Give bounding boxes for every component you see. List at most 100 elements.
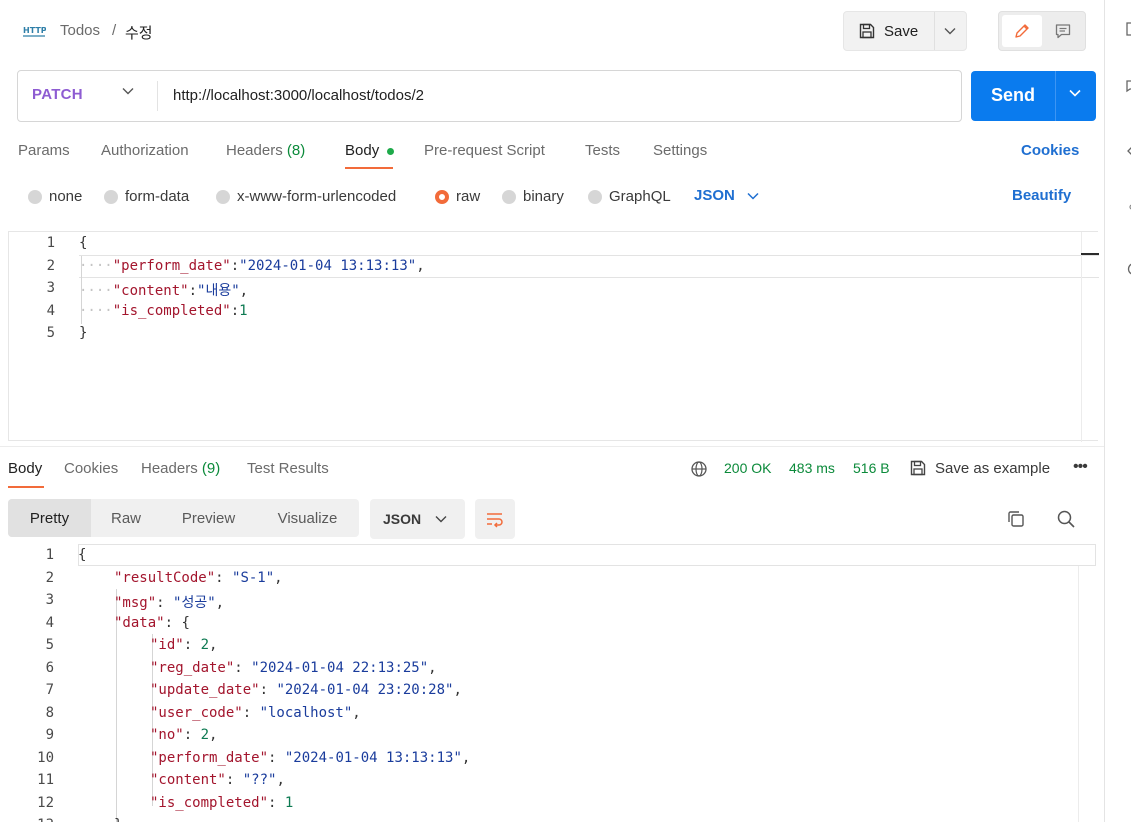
tab-settings[interactable]: Settings [653,142,707,159]
view-raw[interactable]: Raw [91,499,161,537]
brace: } [114,817,122,822]
json-value: 1 [284,795,294,811]
pencil-icon [1015,24,1029,38]
cookies-link[interactable]: Cookies [1021,142,1079,159]
search-icon[interactable] [1056,509,1076,529]
json-value: 2 [200,637,210,653]
beautify-button[interactable]: Beautify [1012,187,1071,204]
line-number: 12 [37,795,54,811]
tab-authorization[interactable]: Authorization [101,142,189,159]
line-number: 2 [46,258,55,274]
tab-tests[interactable]: Tests [585,142,620,159]
json-value: "내용" [197,283,240,299]
copy-icon[interactable] [1006,509,1026,529]
breadcrumb-request-name[interactable]: 수정 [125,22,153,43]
response-tab-headers[interactable]: Headers (9) [141,460,220,477]
url-input[interactable]: http://localhost:3000/localhost/todos/2 [173,87,424,104]
punct: , [453,682,462,698]
code-line: ····"content":"내용", [79,283,249,299]
code-line: "perform_date": "2024-01-04 13:13:13", [150,750,470,766]
globe-icon[interactable] [690,460,708,478]
code-icon[interactable] [1125,144,1131,158]
chevron-down-icon [435,516,447,523]
json-value: "??" [242,772,277,788]
info-icon[interactable] [1125,262,1131,276]
chevron-down-icon[interactable] [122,87,134,95]
request-header: HTTP Todos / 수정 Save [0,0,1104,62]
headers-count: (9) [201,460,221,477]
response-size[interactable]: 516 B [853,460,890,476]
comments-icon[interactable] [1125,80,1131,94]
line-number: 5 [46,325,55,341]
code-line: "reg_date": "2024-01-04 22:13:25", [150,660,437,676]
punct: , [461,750,471,766]
save-as-example-label: Save as example [935,459,1051,477]
radio-circle-selected [435,189,449,204]
radio-raw[interactable]: raw [435,188,480,205]
json-value: { [181,615,190,631]
whitespace-dots: ···· [79,283,113,299]
tab-headers-label: Headers [226,142,283,159]
code-line: "update_date": "2024-01-04 23:20:28", [150,682,462,698]
more-icon[interactable]: ••• [1073,458,1088,476]
tab-headers[interactable]: Headers (8) [226,142,305,159]
tab-body[interactable]: Body [345,142,379,159]
save-disk-icon [910,460,926,476]
view-pretty[interactable]: Pretty [8,499,91,537]
punct: , [352,705,361,721]
brace: } [79,325,88,341]
response-tab-test-results[interactable]: Test Results [247,460,329,477]
language-select[interactable]: JSON [694,187,759,204]
radio-label: x-www-form-urlencoded [237,188,397,205]
radio-circle [104,189,118,204]
radio-circle [588,189,602,204]
comments-mode-button[interactable] [1043,15,1083,47]
radio-graphql[interactable]: GraphQL [588,188,671,205]
radio-urlencoded[interactable]: x-www-form-urlencoded [216,188,396,205]
view-preview[interactable]: Preview [161,499,256,537]
line-number: 1 [45,547,54,563]
chevron-down-icon[interactable] [1068,88,1082,98]
comment-icon [1055,24,1071,39]
json-key: "is_completed" [150,795,269,811]
request-body-editor[interactable]: 1 2 3 4 5 { ····"perform_date":"2024-01-… [8,231,1099,442]
send-button[interactable]: Send [991,85,1035,106]
radio-label: form-data [125,188,190,205]
tab-params[interactable]: Params [18,142,70,159]
response-time[interactable]: 483 ms [789,460,835,476]
json-key: "user_code" [150,705,243,721]
documentation-icon[interactable] [1125,22,1131,36]
scrollbar-track[interactable] [1081,232,1099,442]
tab-headers-label: Headers [141,460,198,477]
response-tab-cookies[interactable]: Cookies [64,460,118,477]
brace: { [78,547,87,563]
status-code[interactable]: 200 OK [724,460,771,476]
colon: : [234,660,252,676]
wrap-lines-button[interactable] [475,499,515,539]
json-value: "S-1" [232,570,275,586]
brace: { [79,235,88,251]
response-tab-body[interactable]: Body [8,460,42,477]
line-number: 4 [46,303,55,319]
scrollbar-track[interactable] [1078,566,1079,822]
edit-mode-button[interactable] [1002,15,1042,47]
radio-binary[interactable]: binary [502,188,564,205]
save-options-button[interactable] [935,12,966,50]
response-format-select[interactable]: JSON [370,499,465,539]
response-body-viewer[interactable]: 1 {2 "resultCode": "S-1", 3 "msg": "성공", 4 "da… [8,544,1098,822]
chevron-down-icon [747,192,759,200]
line-number: 2 [45,570,54,586]
pane-divider[interactable] [0,446,1104,447]
method-select[interactable]: PATCH [32,86,83,103]
save-as-example-button[interactable]: Save as example [909,459,1050,477]
colon: : [164,615,182,631]
tab-prerequest-script[interactable]: Pre-request Script [424,142,545,159]
save-button[interactable]: Save [844,12,935,50]
settings-icon[interactable] [1125,200,1131,214]
json-key: "reg_date" [150,660,235,676]
radio-none[interactable]: none [28,188,82,205]
colon: : [268,750,285,766]
radio-form-data[interactable]: form-data [104,188,189,205]
view-visualize[interactable]: Visualize [256,499,359,537]
breadcrumb-collection[interactable]: Todos [60,22,100,39]
